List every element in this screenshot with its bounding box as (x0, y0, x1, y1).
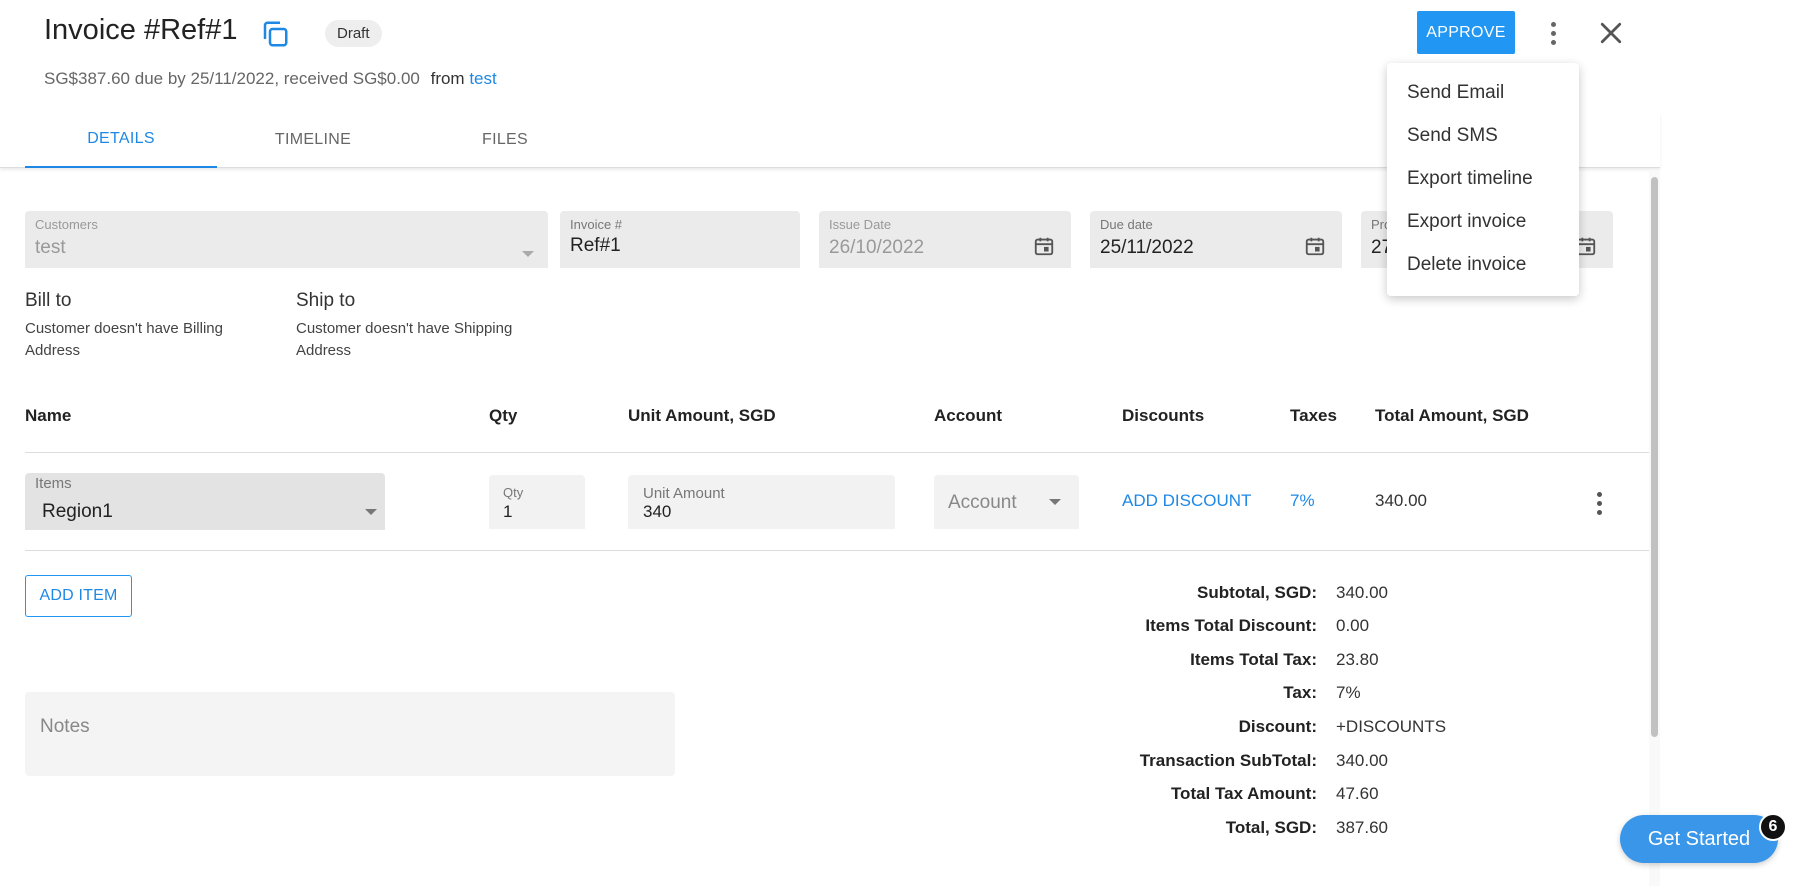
page-title: Invoice #Ref#1 (44, 14, 238, 46)
account-select[interactable]: Account (934, 475, 1079, 529)
calendar-icon[interactable] (1033, 235, 1055, 257)
tax-link[interactable]: 7% (1336, 683, 1361, 703)
invoice-number-label: Invoice # (570, 217, 623, 232)
close-icon[interactable] (1596, 16, 1626, 50)
items-total-discount-value: 0.00 (1336, 616, 1370, 635)
add-discounts-link[interactable]: +DISCOUNTS (1336, 717, 1446, 737)
calendar-icon[interactable] (1304, 235, 1326, 257)
qty-label: Qty (503, 485, 524, 500)
tax-label: Tax: (1283, 683, 1317, 702)
row-tax-link[interactable]: 7% (1290, 491, 1315, 511)
subtotal-label: Subtotal, SGD: (1197, 583, 1317, 602)
get-started-button[interactable]: Get Started (1620, 815, 1778, 863)
column-header-qty: Qty (489, 406, 518, 425)
chevron-down-icon (365, 509, 377, 515)
due-date-field[interactable]: Due date 25/11/2022 (1090, 211, 1342, 268)
from-label: from (430, 69, 465, 88)
item-select-value: Region1 (42, 501, 113, 522)
table-header-divider (25, 452, 1649, 453)
ship-to-heading: Ship to (296, 290, 356, 311)
transaction-subtotal-label: Transaction SubTotal: (1139, 751, 1317, 770)
due-date-value: 25/11/2022 (1100, 237, 1194, 258)
invoice-number-field[interactable]: Invoice # Ref#1 (560, 211, 800, 268)
approve-button[interactable]: APPROVE (1417, 11, 1515, 54)
add-item-button[interactable]: ADD ITEM (25, 575, 132, 617)
item-select-label: Items (35, 475, 72, 492)
bill-to-heading: Bill to (25, 290, 72, 311)
chevron-down-icon (1049, 499, 1061, 505)
unit-amount-value: 340 (643, 502, 672, 521)
more-options-icon[interactable] (1542, 17, 1564, 49)
add-discount-link[interactable]: ADD DISCOUNT (1122, 491, 1251, 511)
menu-item-export-invoice[interactable]: Export invoice (1407, 211, 1526, 233)
menu-item-export-timeline[interactable]: Export timeline (1407, 168, 1533, 190)
column-header-name: Name (25, 406, 72, 425)
get-started-count-badge: 6 (1759, 813, 1787, 841)
transaction-subtotal-value: 340.00 (1336, 751, 1388, 770)
items-total-tax-value: 23.80 (1336, 650, 1379, 669)
more-options-menu: Send Email Send SMS Export timeline Expo… (1387, 63, 1579, 296)
menu-item-send-sms[interactable]: Send SMS (1407, 125, 1498, 147)
total-label: Total, SGD: (1225, 818, 1317, 837)
column-header-taxes: Taxes (1290, 406, 1337, 425)
customers-label: Customers (35, 217, 98, 232)
row-more-options-icon[interactable] (1590, 488, 1608, 518)
notes-placeholder: Notes (40, 716, 90, 737)
row-total-amount: 340.00 (1375, 491, 1427, 510)
total-tax-amount-value: 47.60 (1336, 784, 1379, 803)
total-tax-amount-label: Total Tax Amount: (1170, 784, 1317, 803)
invoice-summary: SG$387.60 due by 25/11/2022, received SG… (44, 69, 497, 89)
issue-date-field[interactable]: Issue Date 26/10/2022 (819, 211, 1071, 268)
subtotal-value: 340.00 (1336, 583, 1388, 602)
tab-timeline[interactable]: TIMELINE (217, 112, 409, 168)
scrollbar[interactable] (1651, 177, 1658, 737)
menu-item-send-email[interactable]: Send Email (1407, 82, 1504, 104)
qty-value: 1 (503, 502, 513, 521)
status-badge: Draft (325, 20, 382, 47)
bill-to-text: Customer doesn't have Billing Address (25, 320, 223, 359)
customers-value: test (35, 237, 66, 258)
invoice-number-value: Ref#1 (570, 235, 621, 256)
table-row-divider (25, 550, 1649, 551)
notes-field[interactable]: Notes (25, 692, 675, 776)
items-total-tax-label: Items Total Tax: (1190, 650, 1317, 669)
qty-field[interactable]: Qty 1 (489, 475, 585, 529)
from-customer-link[interactable]: test (469, 69, 496, 88)
column-header-discounts: Discounts (1122, 406, 1205, 425)
tab-details[interactable]: DETAILS (25, 112, 217, 168)
chevron-down-icon (522, 251, 534, 257)
unit-amount-field[interactable]: Unit Amount 340 (628, 475, 895, 529)
ship-to-text: Customer doesn't have Shipping Address (296, 320, 513, 359)
item-select[interactable]: Items Region1 (25, 473, 385, 530)
customers-select[interactable]: Customers test (25, 211, 548, 268)
tab-files[interactable]: FILES (409, 112, 601, 168)
issue-date-value: 26/10/2022 (829, 237, 925, 258)
total-value: 387.60 (1336, 818, 1388, 837)
due-summary-text: SG$387.60 due by 25/11/2022, received SG… (44, 69, 420, 88)
due-date-label: Due date (1100, 217, 1153, 232)
unit-amount-label: Unit Amount (643, 485, 725, 502)
copy-icon[interactable] (260, 19, 290, 49)
menu-item-delete-invoice[interactable]: Delete invoice (1407, 254, 1526, 276)
issue-date-label: Issue Date (829, 217, 892, 232)
column-header-unit-amount: Unit Amount, SGD (628, 406, 776, 425)
account-placeholder: Account (948, 492, 1017, 513)
items-total-discount-label: Items Total Discount: (1145, 616, 1317, 635)
column-header-account: Account (934, 406, 1002, 425)
discount-label: Discount: (1238, 717, 1317, 736)
column-header-total: Total Amount, SGD (1375, 406, 1529, 425)
